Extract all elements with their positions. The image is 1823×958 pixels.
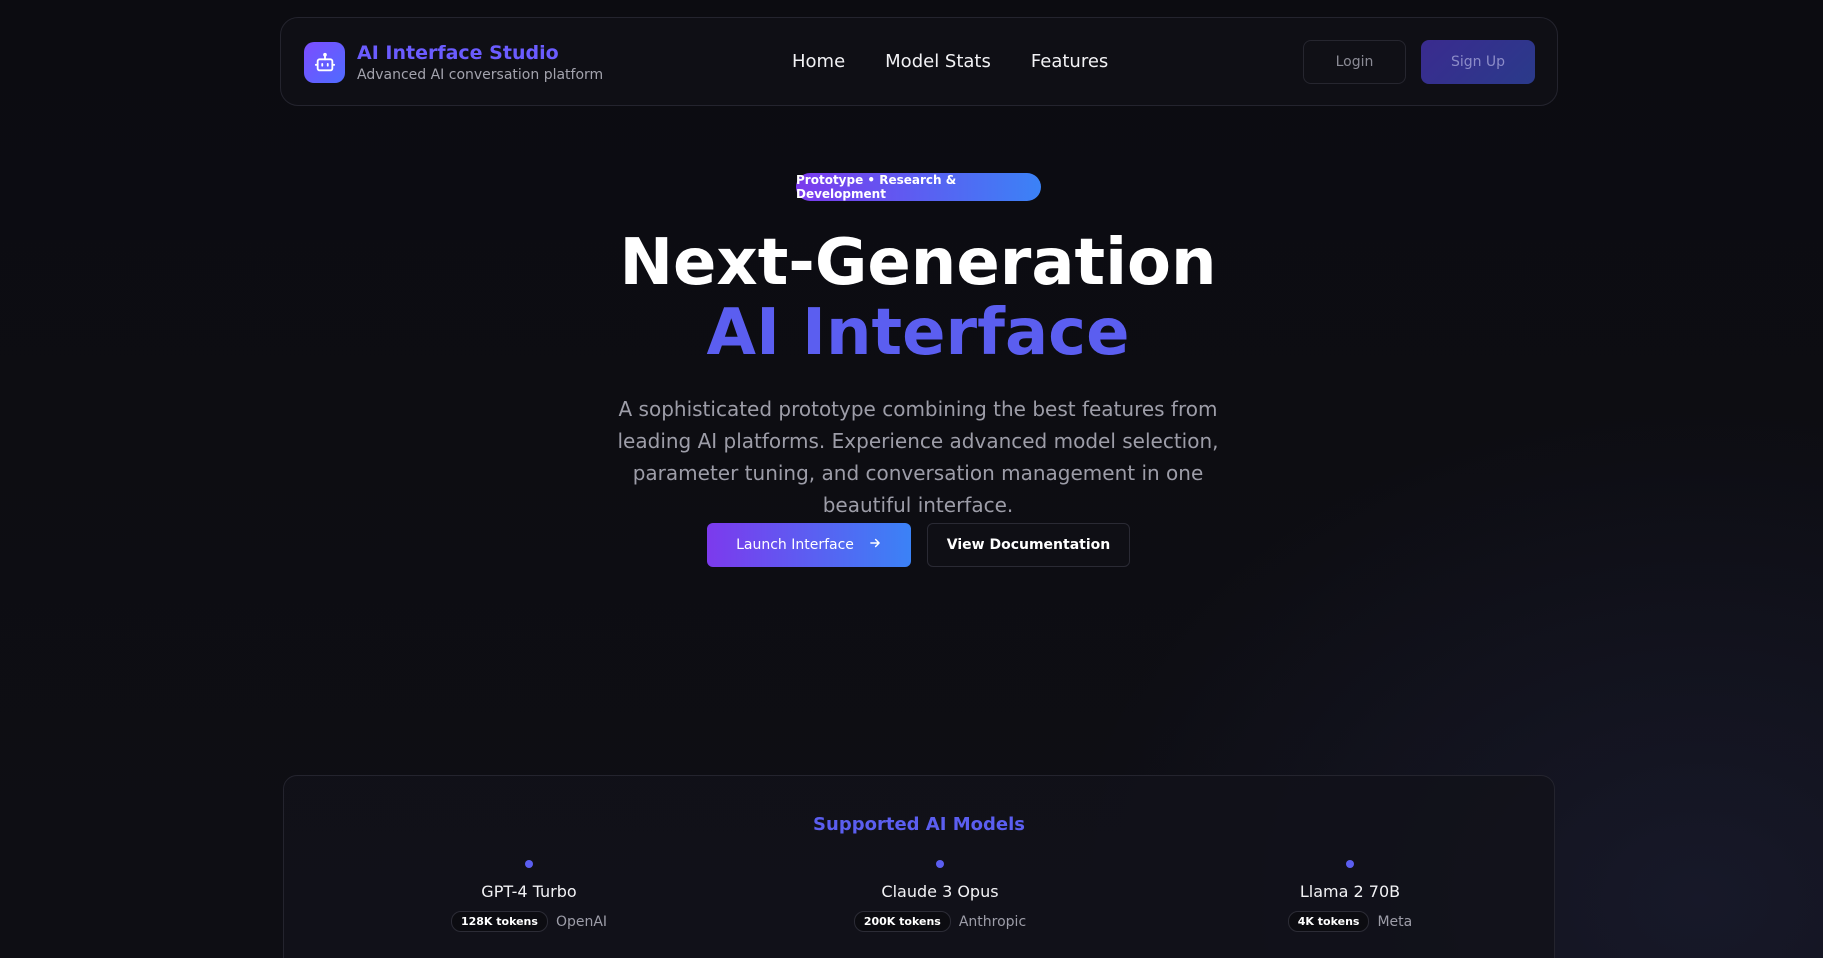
models-title: Supported AI Models [813, 814, 1025, 835]
top-navbar: AI Interface Studio Advanced AI conversa… [280, 17, 1558, 106]
supported-models-card: Supported AI Models GPT-4 Turbo 128K tok… [283, 775, 1555, 958]
model-vendor: Anthropic [958, 913, 1027, 930]
model-name: GPT-4 Turbo [481, 882, 577, 901]
model-dot [936, 860, 944, 868]
model-vendor: OpenAI [555, 913, 608, 930]
model-item-llama[interactable]: Llama 2 70B 4K tokens Meta [1200, 860, 1500, 932]
login-button[interactable]: Login [1303, 40, 1406, 84]
launch-interface-button[interactable]: Launch Interface [707, 523, 911, 567]
model-tokens-badge: 128K tokens [450, 911, 548, 932]
robot-icon [304, 42, 345, 83]
model-dot [1346, 860, 1354, 868]
arrow-right-icon [868, 536, 882, 554]
nav-links: Home Model Stats Features [792, 51, 1108, 72]
hero-title: Next-Generation [619, 226, 1217, 300]
nav-link-features[interactable]: Features [1031, 51, 1108, 72]
model-tokens-badge: 200K tokens [853, 911, 951, 932]
model-item-claude[interactable]: Claude 3 Opus 200K tokens Anthropic [790, 860, 1090, 932]
brand-subtitle: Advanced AI conversation platform [357, 67, 604, 83]
nav-link-home[interactable]: Home [792, 51, 845, 72]
model-item-gpt4[interactable]: GPT-4 Turbo 128K tokens OpenAI [379, 860, 679, 932]
model-tokens-badge: 4K tokens [1287, 911, 1370, 932]
signup-button[interactable]: Sign Up [1421, 40, 1535, 84]
hero-title-accent: AI Interface [706, 296, 1130, 370]
nav-link-model-stats[interactable]: Model Stats [885, 51, 991, 72]
model-vendor: Meta [1377, 913, 1413, 930]
model-dot [525, 860, 533, 868]
model-name: Claude 3 Opus [881, 882, 999, 901]
brand-title: AI Interface Studio [357, 42, 559, 64]
hero-description: A sophisticated prototype combining the … [617, 397, 1219, 517]
view-documentation-button[interactable]: View Documentation [927, 523, 1130, 567]
hero-badge: Prototype • Research & Development [796, 173, 1041, 201]
launch-button-label: Launch Interface [736, 537, 854, 553]
brand[interactable]: AI Interface Studio Advanced AI conversa… [304, 42, 603, 83]
model-name: Llama 2 70B [1299, 882, 1401, 901]
